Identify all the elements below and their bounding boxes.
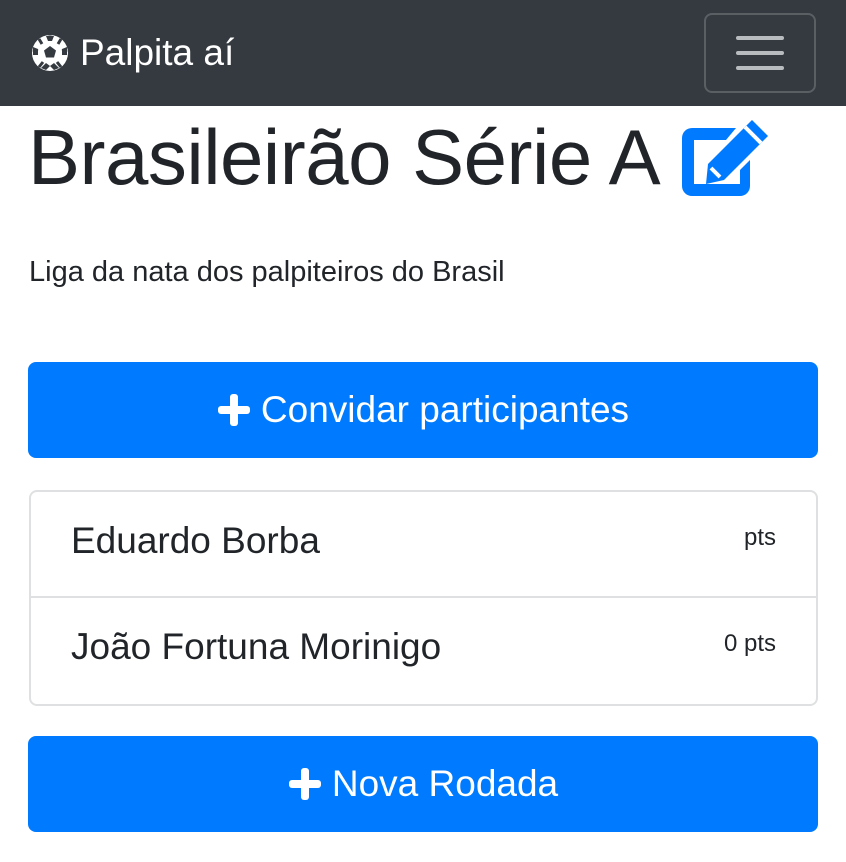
list-item[interactable]: João Fortuna Morinigo 0 pts: [31, 598, 816, 704]
participant-name: João Fortuna Morinigo: [71, 626, 442, 667]
soccer-ball-icon: [30, 33, 70, 73]
hamburger-line: [736, 66, 784, 70]
participant-points: 0 pts: [723, 630, 776, 657]
navbar-toggle-button[interactable]: [704, 13, 816, 93]
new-round-button[interactable]: Nova Rodada: [28, 736, 818, 832]
navbar: Palpita aí: [0, 0, 846, 106]
title-row: Brasileirão Série A: [28, 112, 772, 203]
edit-icon[interactable]: [678, 116, 772, 200]
participant-name: Eduardo Borba: [71, 520, 320, 561]
brand-label: Palpita aí: [80, 32, 235, 73]
brand-link[interactable]: Palpita aí: [30, 32, 234, 74]
list-item[interactable]: Eduardo Borba pts: [31, 492, 816, 598]
plus-icon: [217, 393, 251, 427]
page-title: Brasileirão Série A: [28, 113, 661, 201]
hamburger-line: [736, 36, 784, 40]
new-round-label: Nova Rodada: [331, 763, 559, 804]
hamburger-line: [736, 51, 784, 55]
league-description: Liga da nata dos palpiteiros do Brasil: [29, 256, 505, 288]
participant-points: pts: [743, 524, 776, 551]
participants-list: Eduardo Borba pts João Fortuna Morinigo …: [29, 490, 818, 706]
invite-participants-label: Convidar participantes: [260, 389, 630, 430]
plus-icon: [288, 767, 322, 801]
invite-participants-button[interactable]: Convidar participantes: [28, 362, 818, 458]
